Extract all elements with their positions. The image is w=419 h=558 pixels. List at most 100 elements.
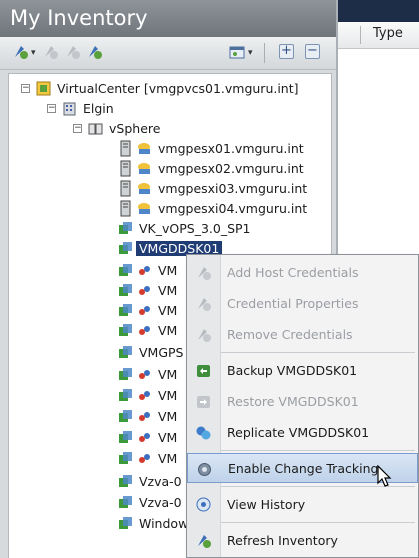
- menu-item-backup[interactable]: Backup VMGDDSK01: [187, 355, 418, 385]
- collapse-all-button[interactable]: −: [305, 44, 320, 59]
- vm-label: Window: [139, 515, 189, 531]
- host-label: vmgpesx01.vmguru.int: [158, 140, 304, 156]
- vm-status-icon: [136, 366, 153, 383]
- tree-node-host[interactable]: vmgpesxi04.vmguru.int: [117, 198, 307, 218]
- tree-node-vm[interactable]: VM: [117, 427, 177, 447]
- vm-icon: [117, 262, 134, 279]
- column-header-type[interactable]: Type: [373, 26, 403, 41]
- host-label: vmgpesxi04.vmguru.int: [158, 200, 308, 216]
- vm-status-icon: [136, 302, 153, 319]
- menu-separator: [221, 352, 415, 353]
- hosts-clusters-icon[interactable]: [12, 43, 30, 61]
- tree-node-vm[interactable]: Vzva-0: [117, 471, 182, 491]
- inventory-screen: My Inventory ▾ ▾ + − − VirtualCenter [vm…: [0, 0, 419, 558]
- view-options-icon[interactable]: [228, 43, 246, 61]
- vm-label: VM: [158, 282, 178, 298]
- datastores-icon[interactable]: [64, 43, 82, 61]
- tree-node-vm[interactable]: VM: [117, 300, 177, 320]
- replicate-icon: [194, 423, 213, 442]
- menu-item-label: Replicate VMGDDSK01: [227, 424, 370, 440]
- menu-item-label: Restore VMGDDSK01: [227, 393, 359, 409]
- menu-item-label: View History: [227, 496, 306, 512]
- tree-node-vm[interactable]: VM: [117, 280, 177, 300]
- menu-item-label: Enable Change Tracking: [228, 460, 379, 476]
- collapse-toggle[interactable]: −: [73, 123, 82, 133]
- vm-label: VM: [158, 302, 178, 318]
- vm-icon: [117, 240, 134, 257]
- vm-label: VM: [158, 366, 178, 382]
- vm-icon: [117, 322, 134, 339]
- menu-item-add-host-credentials[interactable]: Add Host Credentials: [187, 257, 418, 287]
- panel-title: My Inventory: [0, 0, 336, 37]
- tree-node-host[interactable]: vmgpesxi03.vmguru.int: [117, 178, 307, 198]
- host-icon: [136, 200, 153, 217]
- tree-node-virtualcenter[interactable]: − VirtualCenter [vmgpvcs01.vmguru.int]: [21, 78, 299, 98]
- context-menu: Add Host Credentials Credential Properti…: [186, 254, 419, 558]
- tree-node-host[interactable]: vmgpesx02.vmguru.int: [117, 158, 304, 178]
- change-tracking-icon: [195, 460, 214, 479]
- tree-node-vm[interactable]: VM: [117, 406, 177, 426]
- hosts-dropdown-arrow[interactable]: ▾: [31, 48, 36, 58]
- menu-separator: [221, 522, 415, 523]
- vm-status-icon: [136, 387, 153, 404]
- menu-item-label: Refresh Inventory: [227, 532, 338, 548]
- credentials-icon: [194, 325, 213, 344]
- vm-icon: [117, 408, 134, 425]
- menu-item-credential-properties[interactable]: Credential Properties: [187, 288, 418, 318]
- collapse-toggle[interactable]: −: [21, 83, 30, 93]
- expand-all-button[interactable]: +: [279, 44, 294, 59]
- menu-item-refresh-inventory[interactable]: Refresh Inventory: [187, 525, 418, 555]
- vm-label: VM: [158, 450, 178, 466]
- mouse-pointer-icon: [377, 464, 393, 489]
- vm-status-icon: [136, 282, 153, 299]
- tree-node-vm[interactable]: VM: [117, 320, 177, 340]
- tree-node-vm[interactable]: VMGPS: [117, 342, 184, 362]
- menu-item-label: Add Host Credentials: [227, 264, 359, 280]
- vm-label: VM: [158, 429, 178, 445]
- tree-node-vm[interactable]: VM: [117, 448, 177, 468]
- tree-node-vm[interactable]: VM: [117, 260, 177, 280]
- column-header-row: Type: [338, 22, 419, 49]
- menu-item-view-history[interactable]: View History: [187, 489, 418, 519]
- vms-templates-icon[interactable]: [42, 43, 60, 61]
- cluster-label: vSphere: [109, 120, 161, 136]
- collapse-toggle[interactable]: −: [47, 103, 56, 113]
- vm-icon: [117, 515, 134, 532]
- host-icon: [136, 140, 153, 157]
- tree-node-datacenter[interactable]: − Elgin: [47, 98, 114, 118]
- tree-node-vm[interactable]: Window: [117, 513, 188, 533]
- menu-item-restore[interactable]: Restore VMGDDSK01: [187, 386, 418, 416]
- virtualcenter-icon: [35, 80, 52, 97]
- toolbar-divider: [264, 43, 265, 63]
- server-icon: [117, 140, 134, 157]
- vm-label: Vzva-0: [139, 473, 182, 489]
- tree-node-vm[interactable]: VM: [117, 385, 177, 405]
- vm-icon: [117, 429, 134, 446]
- backup-icon: [194, 361, 213, 380]
- vm-status-icon: [136, 450, 153, 467]
- tree-node-vm[interactable]: VK_vOPS_3.0_SP1: [117, 218, 251, 238]
- vm-status-icon: [136, 262, 153, 279]
- credentials-icon: [194, 294, 213, 313]
- inventory-toolbar: ▾ ▾ + −: [0, 37, 336, 70]
- menu-item-remove-credentials[interactable]: Remove Credentials: [187, 319, 418, 349]
- menu-item-label: Remove Credentials: [227, 326, 353, 342]
- vm-icon: [117, 302, 134, 319]
- host-label: vmgpesxi03.vmguru.int: [158, 180, 308, 196]
- vm-icon: [117, 450, 134, 467]
- vm-label: Vzva-0: [139, 494, 182, 510]
- cluster-icon: [87, 120, 104, 137]
- column-divider[interactable]: [360, 26, 361, 44]
- vm-icon: [117, 387, 134, 404]
- tree-node-vm[interactable]: Vzva-0: [117, 492, 182, 512]
- networks-icon[interactable]: [86, 43, 104, 61]
- menu-item-replicate[interactable]: Replicate VMGDDSK01: [187, 417, 418, 447]
- vm-label: VK_vOPS_3.0_SP1: [139, 220, 251, 236]
- tree-node-cluster[interactable]: − vSphere: [73, 118, 160, 138]
- tree-node-vm[interactable]: VM: [117, 364, 177, 384]
- tree-node-host[interactable]: vmgpesx01.vmguru.int: [117, 138, 304, 158]
- vm-label: VM: [158, 408, 178, 424]
- refresh-icon: [194, 531, 213, 550]
- view-dropdown-arrow[interactable]: ▾: [248, 48, 253, 58]
- host-icon: [136, 180, 153, 197]
